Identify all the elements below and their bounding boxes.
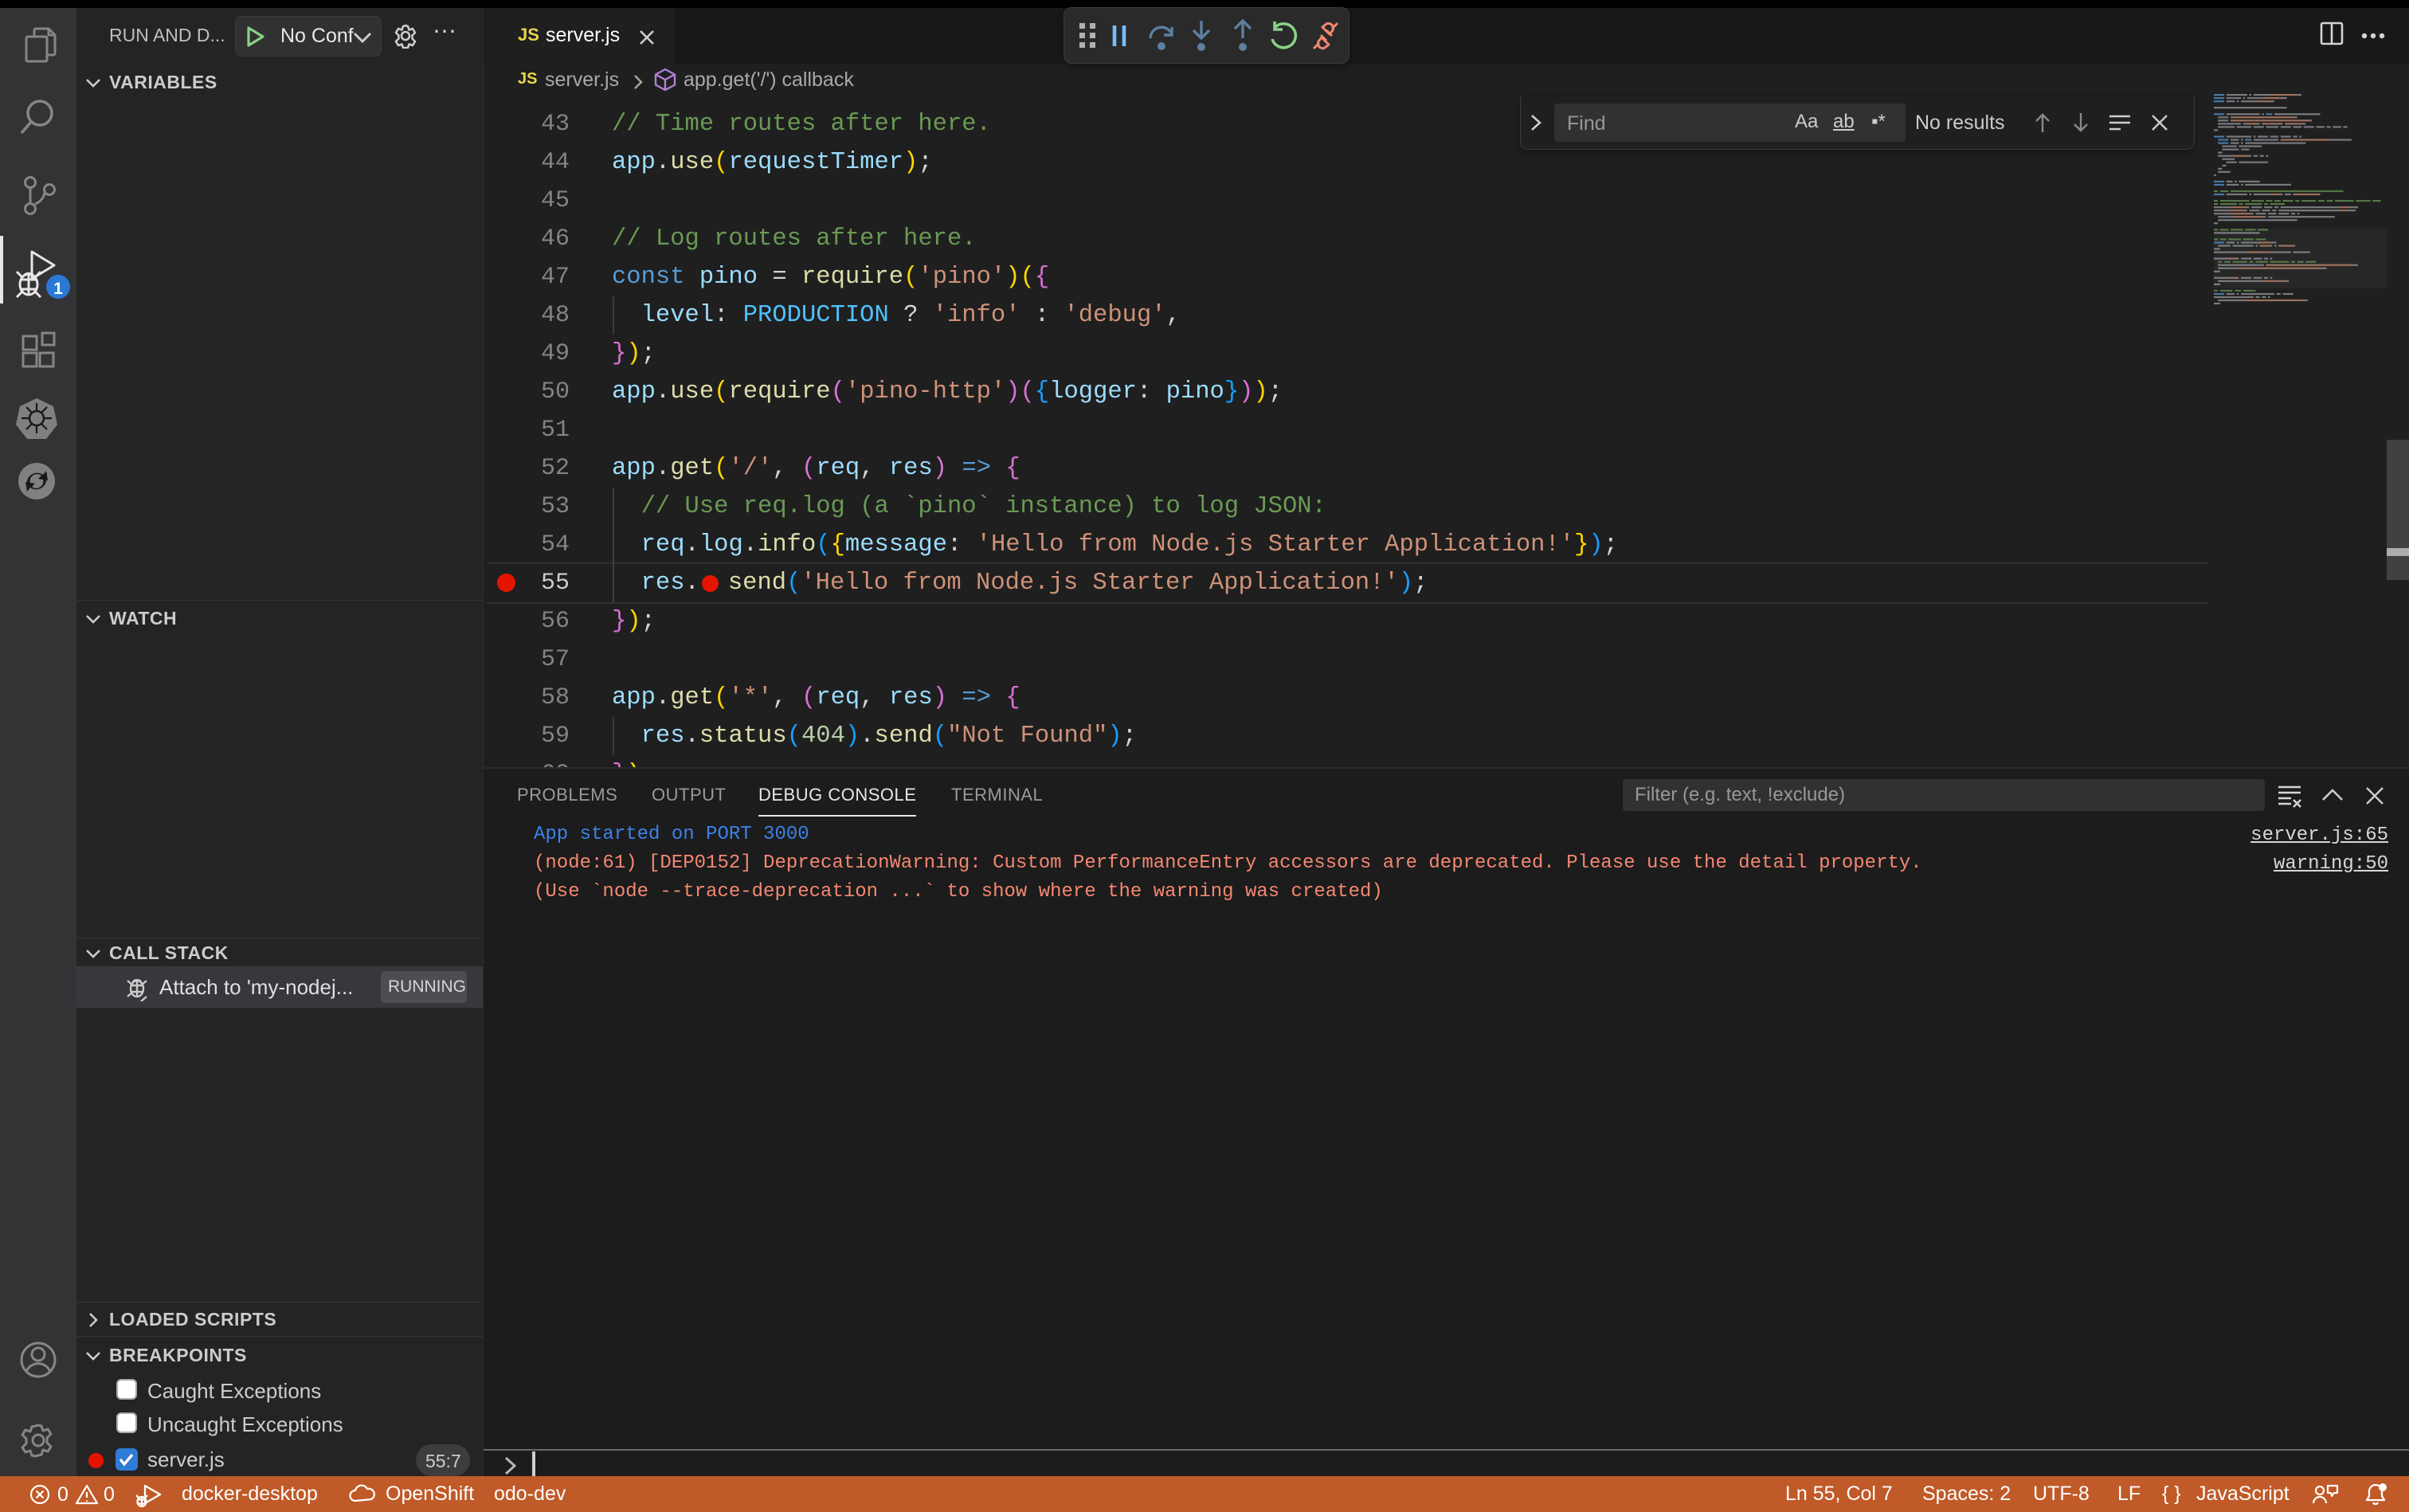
svg-text:1: 1 [53,280,63,298]
